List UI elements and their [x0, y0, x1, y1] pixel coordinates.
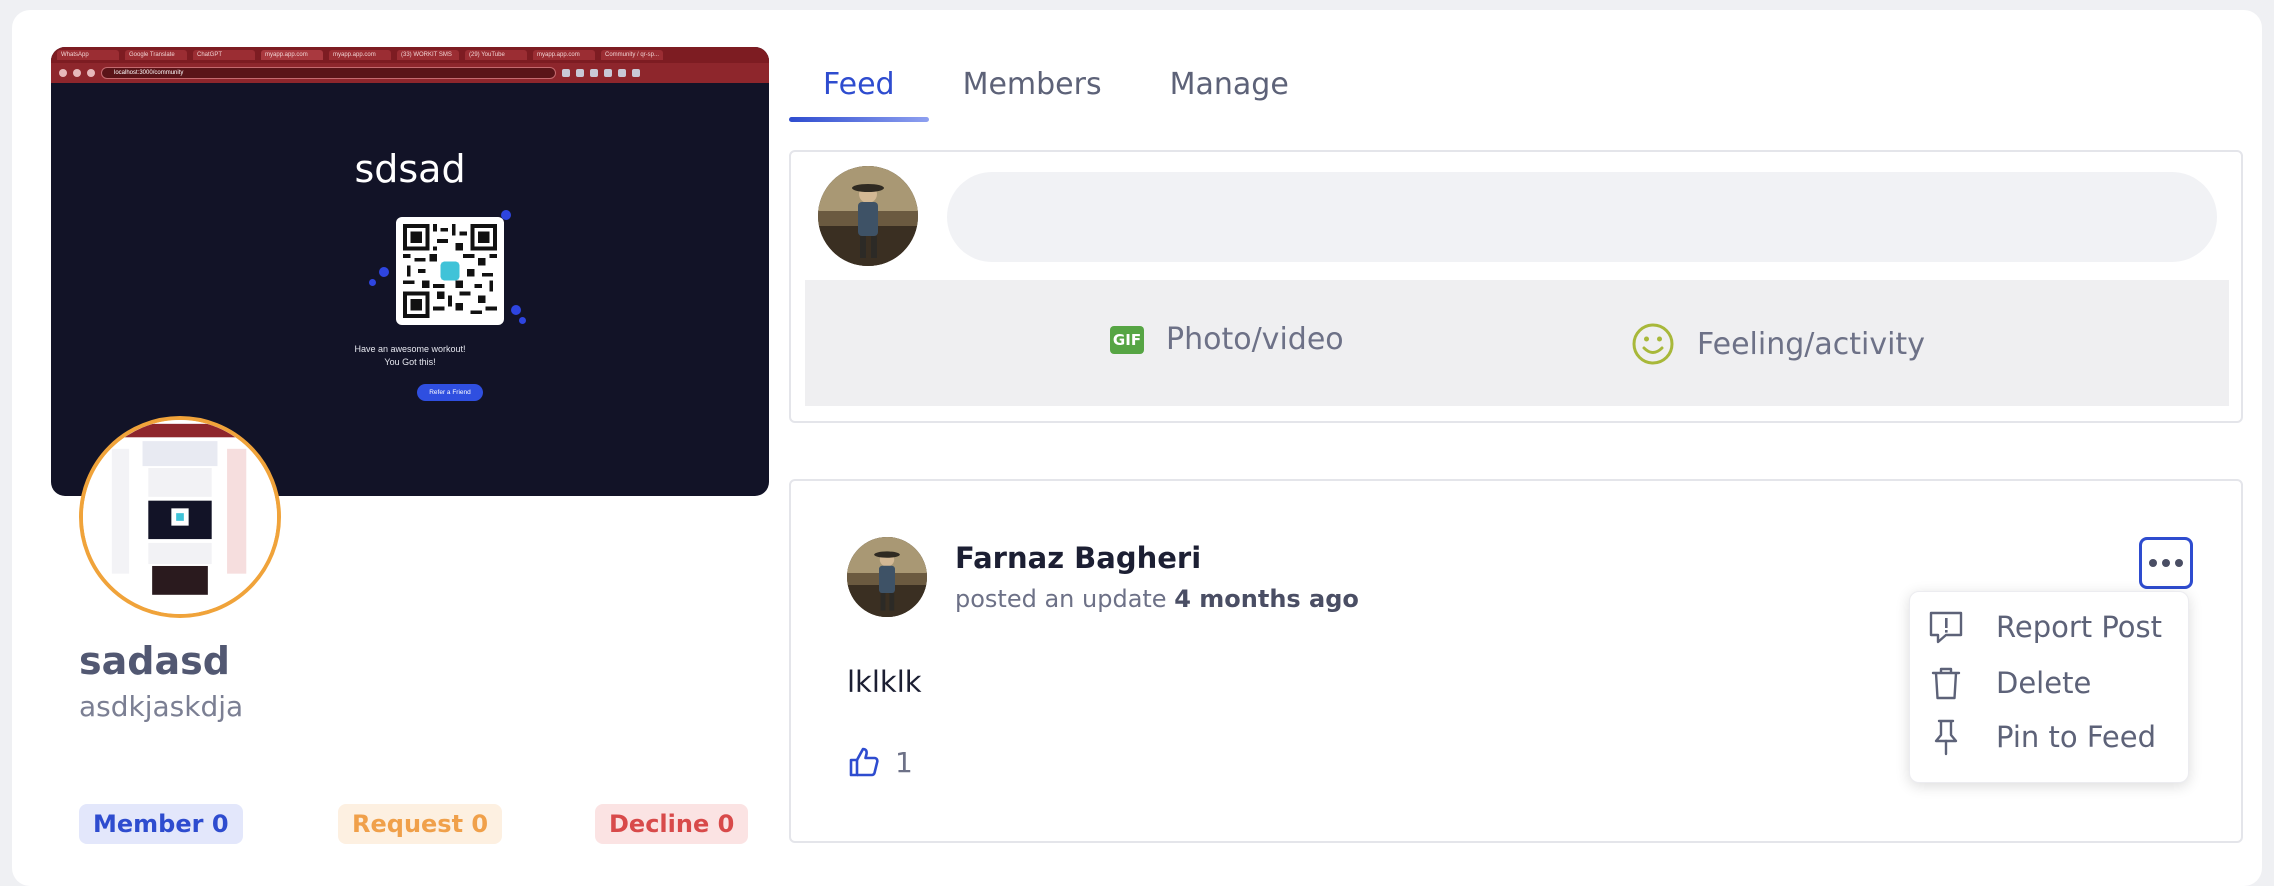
request-count-badge[interactable]: Request 0	[338, 804, 503, 844]
post-meta-prefix: posted an update	[955, 585, 1167, 613]
tab-feed[interactable]: Feed	[789, 60, 929, 122]
cover-browser-tab: Google Translate	[125, 50, 187, 60]
member-count-badge[interactable]: Member 0	[79, 804, 243, 844]
cover-refer-button: Refer a Friend	[417, 384, 483, 401]
extension-icon	[604, 69, 612, 77]
cover-browser-tab: (33) WORKIT SMS	[397, 50, 459, 60]
cover-tagline-line: Have an awesome workout!	[354, 344, 466, 354]
cover-url: localhost:3000/community	[101, 67, 556, 79]
dot-icon	[2149, 559, 2157, 567]
extension-icon	[590, 69, 598, 77]
group-page: WhatsApp Google Translate ChatGPT myapp.…	[12, 10, 2262, 886]
cover-browser-tab: (29) YouTube	[465, 50, 527, 60]
avatar[interactable]	[818, 166, 918, 266]
menu-item-report-post[interactable]: Report Post	[1926, 604, 2162, 650]
cover-title: sdsad	[354, 147, 466, 191]
pin-icon	[1934, 719, 1958, 756]
thumbs-up-icon	[849, 747, 879, 777]
trash-icon	[1931, 667, 1961, 700]
feeling-activity-button[interactable]: Feeling/activity	[1631, 322, 1925, 366]
extension-icon	[562, 69, 570, 77]
decor-dot	[379, 267, 389, 277]
post-meta: posted an update 4 months ago	[955, 585, 1359, 613]
feed-post: Farnaz Bagheri posted an update 4 months…	[789, 479, 2243, 843]
group-name: sadasd	[79, 639, 230, 683]
decline-count-badge[interactable]: Decline 0	[595, 804, 749, 844]
decor-dot	[369, 279, 376, 286]
group-description: asdkjaskdja	[79, 690, 244, 723]
cover-browser-tab: myapp.app.com	[533, 50, 595, 60]
gif-icon: GIF	[1110, 325, 1144, 354]
cover-address-bar: localhost:3000/community	[51, 63, 769, 83]
report-icon	[1929, 611, 1963, 644]
cover-browser-tab: Community / qr-sp...	[601, 50, 663, 60]
cover-browser-tab: WhatsApp	[57, 50, 119, 60]
group-tabs: Feed Members Manage	[789, 60, 1323, 122]
tab-manage[interactable]: Manage	[1136, 60, 1323, 122]
tab-members[interactable]: Members	[929, 60, 1136, 122]
cover-browser-tab: myapp.app.com	[329, 50, 391, 60]
like-button[interactable]: 1	[847, 745, 913, 779]
decor-dot	[519, 317, 526, 324]
dot-icon	[2175, 559, 2183, 567]
menu-item-label: Report Post	[1996, 610, 2163, 644]
forward-icon	[73, 69, 81, 77]
menu-item-label: Pin to Feed	[1996, 720, 2157, 754]
post-author[interactable]: Farnaz Bagheri	[955, 541, 1201, 575]
menu-item-delete[interactable]: Delete	[1926, 660, 2091, 706]
cover-tagline: Have an awesome workout! You Got this!	[51, 343, 769, 369]
extension-icon	[632, 69, 640, 77]
smile-icon	[1631, 322, 1675, 366]
decor-dot	[511, 305, 521, 315]
back-icon	[59, 69, 67, 77]
cover-tagline-line: You Got this!	[384, 357, 436, 367]
menu-item-label: Delete	[1996, 666, 2092, 700]
post-options-button[interactable]	[2139, 537, 2193, 589]
post-body: lklklk	[847, 665, 922, 699]
group-avatar[interactable]	[79, 416, 281, 618]
reload-icon	[87, 69, 95, 77]
menu-item-pin-to-feed[interactable]: Pin to Feed	[1926, 714, 2156, 760]
group-avatar-image	[83, 420, 277, 614]
post-timestamp: 4 months ago	[1174, 585, 1359, 613]
avatar[interactable]	[847, 537, 927, 617]
qr-code	[396, 217, 504, 325]
post-options-menu: Report Post Delete Pin to Feed	[1909, 591, 2189, 783]
dot-icon	[2162, 559, 2170, 567]
avatar-image	[847, 537, 927, 617]
extension-icon	[618, 69, 626, 77]
post-composer: GIF Photo/video Feeling/activity	[789, 150, 2243, 423]
cover-browser-tab: ChatGPT	[193, 50, 255, 60]
feeling-activity-label: Feeling/activity	[1697, 326, 1925, 362]
photo-video-button[interactable]: GIF Photo/video	[1110, 322, 1344, 357]
like-count: 1	[895, 745, 913, 779]
composer-input[interactable]	[947, 172, 2217, 262]
extension-icon	[576, 69, 584, 77]
cover-browser-tabs: WhatsApp Google Translate ChatGPT myapp.…	[51, 47, 769, 63]
composer-actions: GIF Photo/video Feeling/activity	[805, 280, 2229, 406]
avatar-image	[818, 166, 918, 266]
photo-video-label: Photo/video	[1166, 322, 1344, 357]
cover-browser-tab: myapp.app.com	[261, 50, 323, 60]
